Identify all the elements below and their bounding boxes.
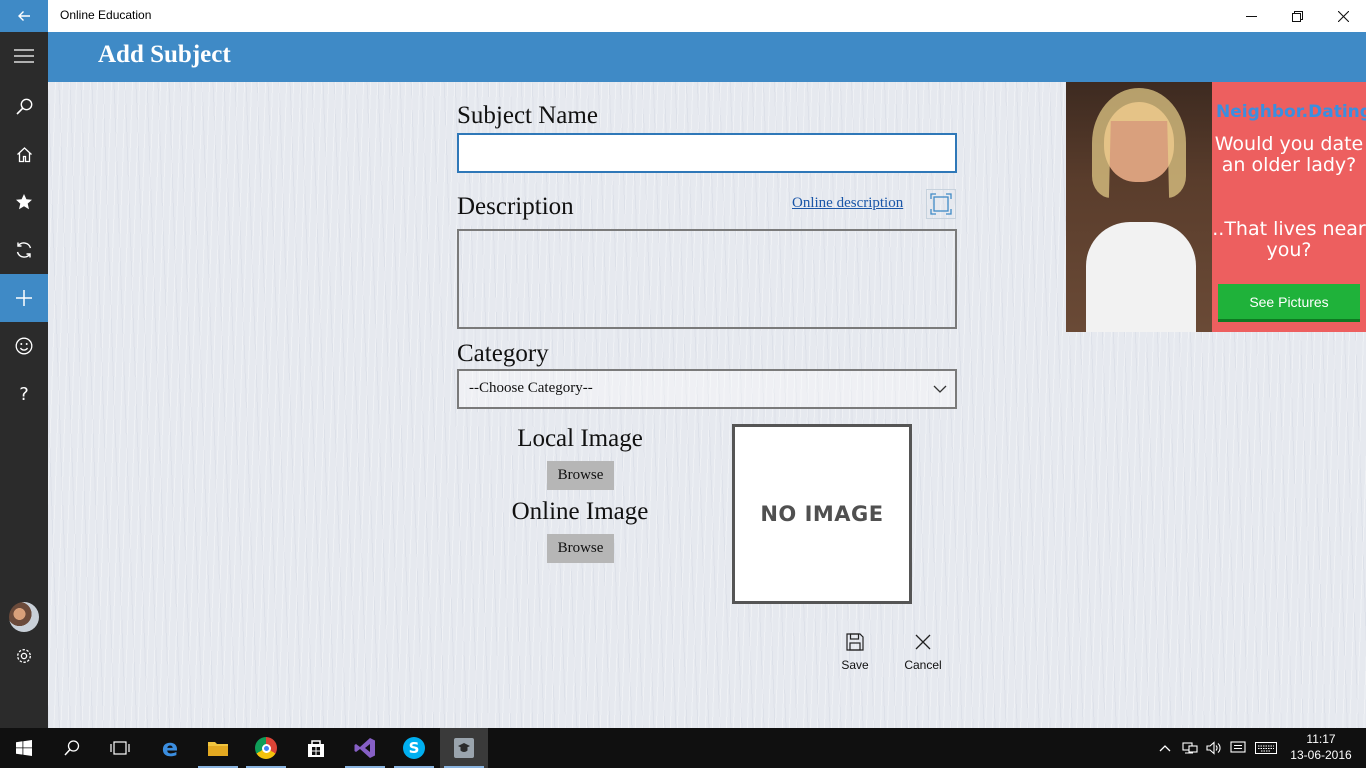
restore-button[interactable] (1274, 0, 1320, 32)
windows-logo-icon (16, 740, 32, 756)
chevron-down-icon (933, 385, 947, 393)
keyboard-button[interactable] (1252, 728, 1280, 768)
taskbar-chrome[interactable] (242, 728, 290, 768)
taskbar-file-explorer[interactable] (194, 728, 242, 768)
notifications-icon (1230, 741, 1246, 753)
sidebar-item-feedback[interactable] (0, 322, 48, 370)
sidebar-item-settings[interactable] (0, 632, 48, 680)
volume-icon (1206, 741, 1221, 755)
action-center-button[interactable] (1226, 728, 1250, 768)
sidebar-item-home[interactable] (0, 130, 48, 178)
title-bar: Online Education (0, 0, 1366, 32)
cancel-label: Cancel (904, 658, 942, 672)
category-label: Category (457, 340, 549, 367)
edge-icon: e (161, 734, 179, 762)
help-icon: ? (19, 383, 29, 405)
ad-cta-button[interactable]: See Pictures (1218, 284, 1360, 322)
settings-icon (17, 649, 31, 663)
search-icon (64, 740, 80, 756)
sidebar-item-add[interactable] (0, 274, 48, 322)
folder-icon (208, 742, 228, 756)
fullscreen-icon (930, 193, 952, 215)
minimize-icon (1245, 15, 1257, 17)
local-image-label: Local Image (517, 425, 643, 452)
sidebar-item-search[interactable] (0, 82, 48, 130)
app-title: Online Education (60, 8, 152, 22)
close-button[interactable] (1320, 0, 1366, 32)
hamburger-menu-icon (14, 49, 34, 63)
smiley-icon (15, 337, 33, 355)
store-icon (308, 740, 324, 757)
sidebar-item-sync[interactable] (0, 226, 48, 274)
sidebar: ? (0, 32, 48, 728)
clock-time: 11:17 (1306, 732, 1336, 746)
online-browse-button[interactable]: Browse (547, 534, 614, 563)
add-icon (16, 290, 32, 306)
start-button[interactable] (0, 728, 48, 768)
ad-panel: Neighbor.Dating Would you date an older … (1212, 82, 1366, 332)
task-view-icon (110, 741, 130, 755)
description-textarea[interactable] (457, 229, 957, 329)
save-label: Save (841, 658, 869, 672)
network-button[interactable] (1178, 728, 1202, 768)
save-icon (846, 633, 864, 651)
keyboard-icon (1255, 742, 1277, 754)
home-icon (16, 146, 32, 162)
ad-photo (1066, 82, 1212, 332)
cancel-icon (915, 634, 931, 650)
ad-brand: Neighbor.Dating (1216, 102, 1366, 122)
online-image-label: Online Image (511, 498, 649, 525)
subject-name-label: Subject Name (457, 102, 598, 129)
sync-icon (16, 242, 32, 258)
search-icon (15, 98, 32, 115)
back-button[interactable] (0, 0, 48, 32)
taskbar: e S 11:17 13-06-2016 (0, 728, 1366, 768)
save-button[interactable]: Save (825, 632, 885, 682)
local-browse-button[interactable]: Browse (547, 461, 614, 490)
advertisement[interactable]: Neighbor.Dating Would you date an older … (1066, 82, 1366, 332)
show-hidden-icons-button[interactable] (1154, 728, 1176, 768)
volume-button[interactable] (1202, 728, 1226, 768)
expand-button[interactable] (926, 189, 956, 219)
network-icon (1182, 742, 1198, 754)
minimize-button[interactable] (1228, 0, 1274, 32)
back-arrow-icon (18, 11, 30, 21)
page-header: Add Subject (48, 32, 1366, 82)
skype-icon: S (403, 737, 425, 759)
close-icon (1337, 10, 1349, 22)
sidebar-item-favorites[interactable] (0, 178, 48, 226)
online-education-app-icon (454, 738, 474, 758)
ad-headline: Would you date an older lady? (1214, 133, 1364, 176)
ad-subline: ..That lives near you? (1212, 218, 1366, 261)
category-selected-value: --Choose Category-- (469, 380, 593, 396)
subject-name-input[interactable] (457, 133, 957, 173)
taskbar-visual-studio[interactable] (341, 728, 389, 768)
taskbar-skype[interactable]: S (390, 728, 438, 768)
taskbar-search-button[interactable] (48, 728, 96, 768)
sidebar-menu-button[interactable] (0, 32, 48, 80)
page-title: Add Subject (98, 41, 231, 68)
taskbar-store[interactable] (292, 728, 340, 768)
taskbar-online-education[interactable] (440, 728, 488, 768)
taskbar-edge[interactable]: e (146, 728, 194, 768)
star-icon (16, 194, 32, 210)
no-image-text: NO IMAGE (760, 502, 884, 526)
task-view-button[interactable] (96, 728, 144, 768)
restore-icon (1291, 10, 1303, 22)
online-description-link[interactable]: Online description (792, 195, 903, 212)
category-select[interactable]: --Choose Category-- (457, 369, 957, 409)
cancel-button[interactable]: Cancel (893, 632, 953, 682)
chrome-icon (255, 737, 277, 759)
system-clock[interactable]: 11:17 13-06-2016 (1286, 731, 1356, 763)
clock-date: 13-06-2016 (1290, 748, 1352, 762)
avatar (9, 602, 39, 632)
sidebar-item-help[interactable]: ? (0, 370, 48, 418)
description-label: Description (457, 193, 574, 220)
image-preview: NO IMAGE (732, 424, 912, 604)
chevron-up-icon (1159, 745, 1171, 752)
visual-studio-icon (354, 738, 375, 758)
